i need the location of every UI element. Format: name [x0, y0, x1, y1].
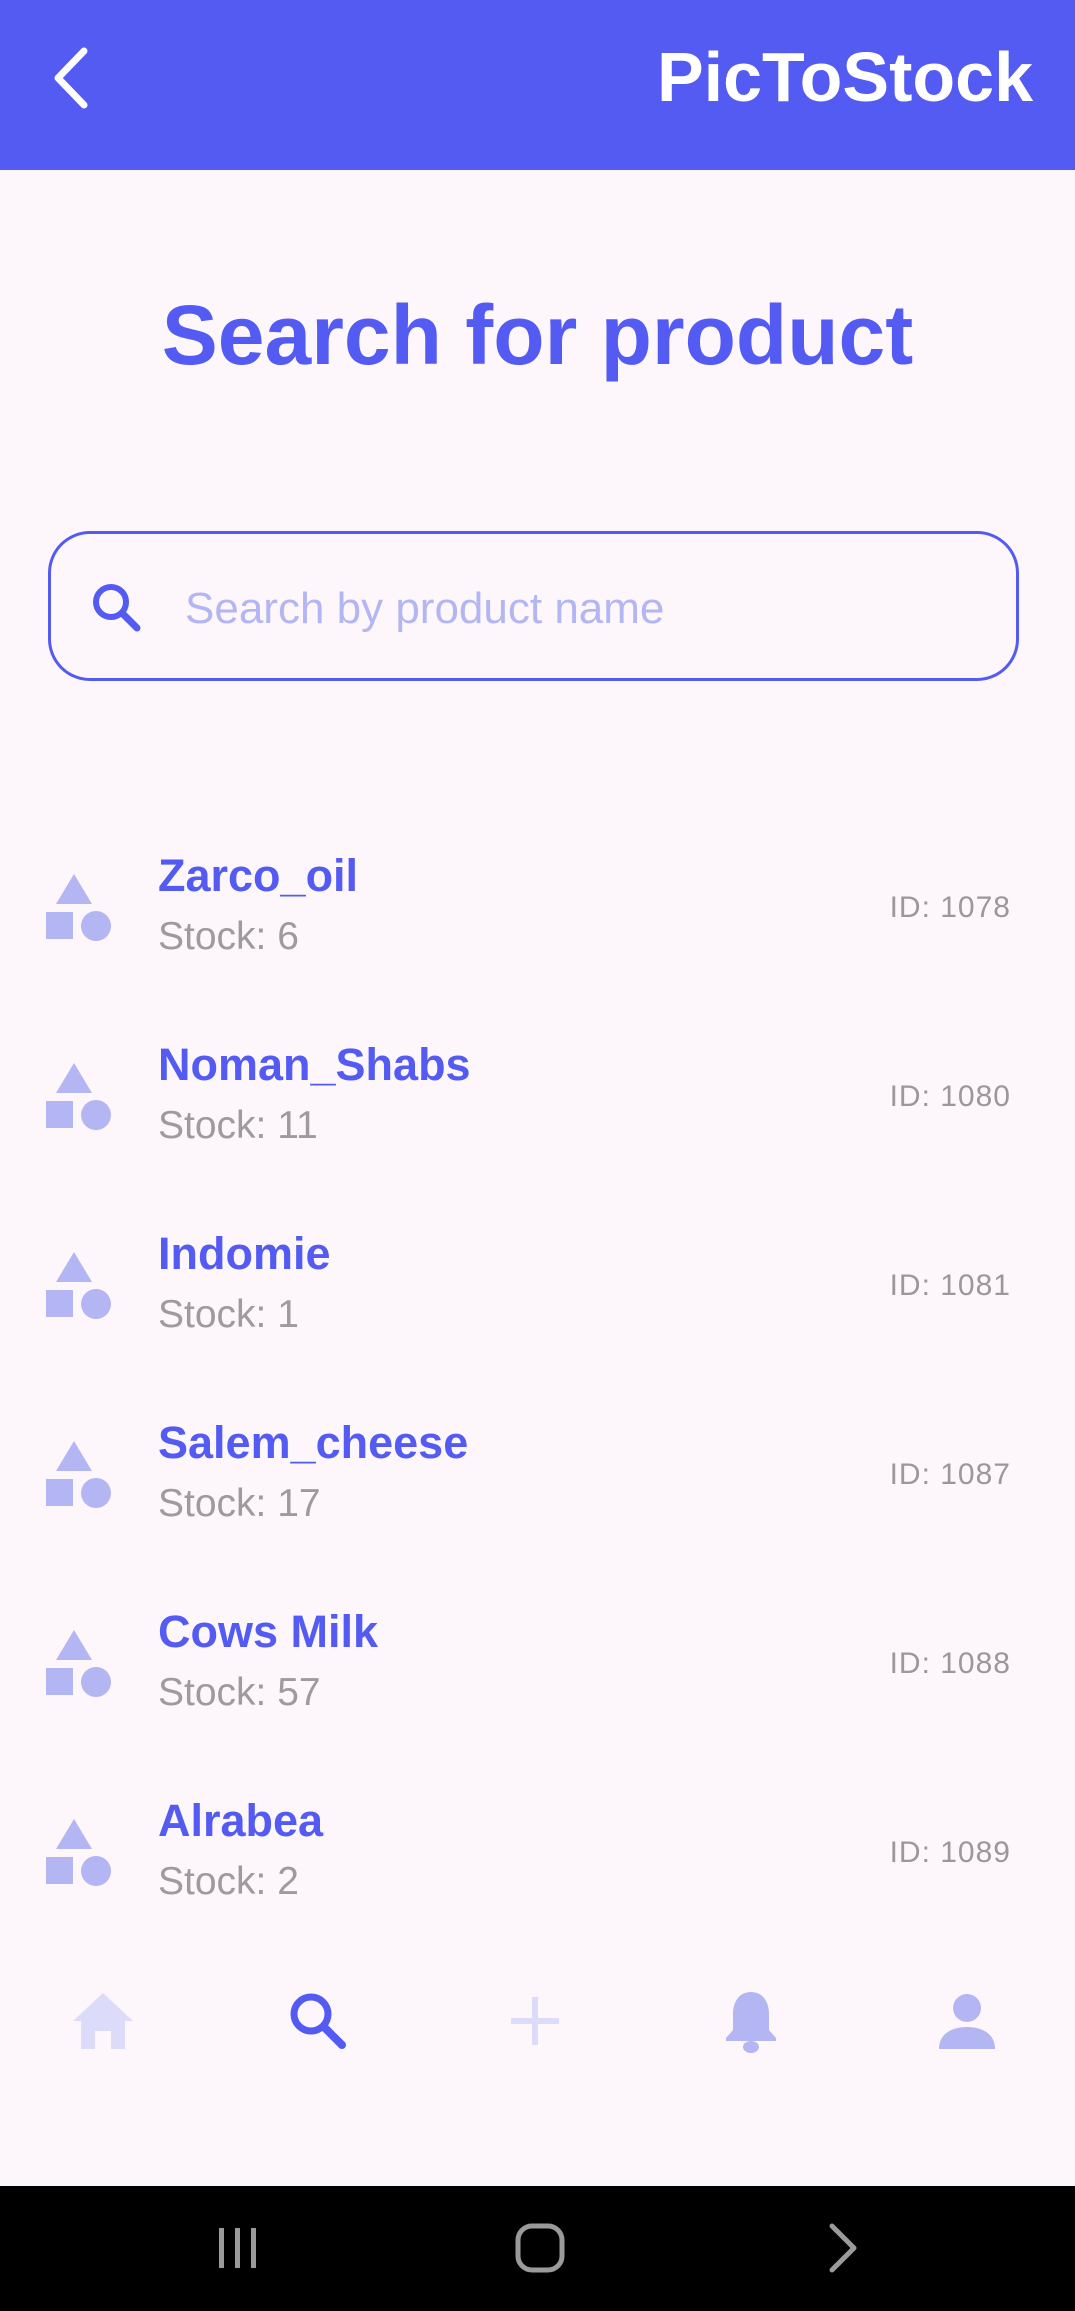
- product-name: Alrabea: [158, 1795, 324, 1846]
- product-name: Zarco_oil: [158, 850, 359, 901]
- bell-icon: [726, 1992, 776, 2053]
- system-home-button[interactable]: [500, 2216, 580, 2280]
- page-title: Search for product: [161, 288, 914, 382]
- product-list-item[interactable]: Zarco_oil Stock: 6 ID: 1078: [0, 812, 1075, 1001]
- person-icon: [939, 1994, 995, 2049]
- product-stock: Stock: 57: [158, 1671, 321, 1714]
- add-icon: [511, 1997, 559, 2045]
- product-name: Indomie: [158, 1228, 331, 1279]
- back-arrow-icon: [54, 47, 88, 108]
- app-bar: PicToStock: [0, 0, 1075, 170]
- search-icon: [290, 1993, 346, 2049]
- search-field[interactable]: [48, 531, 1019, 681]
- category-shapes-icon: [44, 874, 112, 944]
- home-icon: [515, 2223, 565, 2273]
- system-back-button[interactable]: [802, 2216, 882, 2280]
- product-stock: Stock: 17: [158, 1482, 321, 1525]
- back-icon: [829, 2223, 857, 2273]
- product-name: Cows Milk: [158, 1606, 379, 1657]
- product-stock: Stock: 2: [158, 1860, 299, 1903]
- category-shapes-icon: [44, 1819, 112, 1889]
- nav-add[interactable]: [495, 1981, 575, 2061]
- product-id: ID: 1088: [889, 1647, 1011, 1680]
- product-id: ID: 1078: [889, 891, 1011, 924]
- nav-notifications[interactable]: [711, 1981, 791, 2061]
- product-list-item[interactable]: Indomie Stock: 1 ID: 1081: [0, 1190, 1075, 1379]
- search-icon: [85, 576, 149, 640]
- app-title: PicToStock: [656, 38, 1033, 116]
- product-list-item[interactable]: Cows Milk Stock: 57 ID: 1088: [0, 1568, 1075, 1757]
- product-id: ID: 1080: [889, 1080, 1011, 1113]
- nav-profile[interactable]: [927, 1981, 1007, 2061]
- product-id: ID: 1089: [889, 1836, 1011, 1869]
- category-shapes-icon: [44, 1063, 112, 1133]
- product-stock: Stock: 1: [158, 1293, 299, 1336]
- nav-search[interactable]: [278, 1981, 358, 2061]
- product-stock: Stock: 11: [158, 1104, 318, 1147]
- system-navigation-bar: [0, 2186, 1075, 2311]
- product-name: Salem_cheese: [158, 1417, 469, 1468]
- back-button[interactable]: [30, 30, 110, 125]
- recents-icon: [219, 2228, 256, 2268]
- product-name: Noman_Shabs: [158, 1039, 471, 1090]
- product-id: ID: 1081: [889, 1269, 1011, 1302]
- product-list-item[interactable]: Salem_cheese Stock: 17 ID: 1087: [0, 1379, 1075, 1568]
- category-shapes-icon: [44, 1252, 112, 1322]
- search-input[interactable]: [183, 564, 987, 654]
- bottom-navigation: [0, 1943, 1075, 2186]
- nav-home[interactable]: [63, 1981, 143, 2061]
- product-stock: Stock: 6: [158, 915, 299, 958]
- recents-button[interactable]: [198, 2216, 278, 2280]
- product-list: Zarco_oil Stock: 6 ID: 1078 Noman_Shabs …: [0, 812, 1075, 1942]
- product-id: ID: 1087: [889, 1458, 1011, 1491]
- product-list-item[interactable]: Noman_Shabs Stock: 11 ID: 1080: [0, 1001, 1075, 1190]
- home-icon: [73, 1993, 133, 2049]
- category-shapes-icon: [44, 1630, 112, 1700]
- category-shapes-icon: [44, 1441, 112, 1511]
- product-list-item[interactable]: Alrabea Stock: 2 ID: 1089: [0, 1757, 1075, 1942]
